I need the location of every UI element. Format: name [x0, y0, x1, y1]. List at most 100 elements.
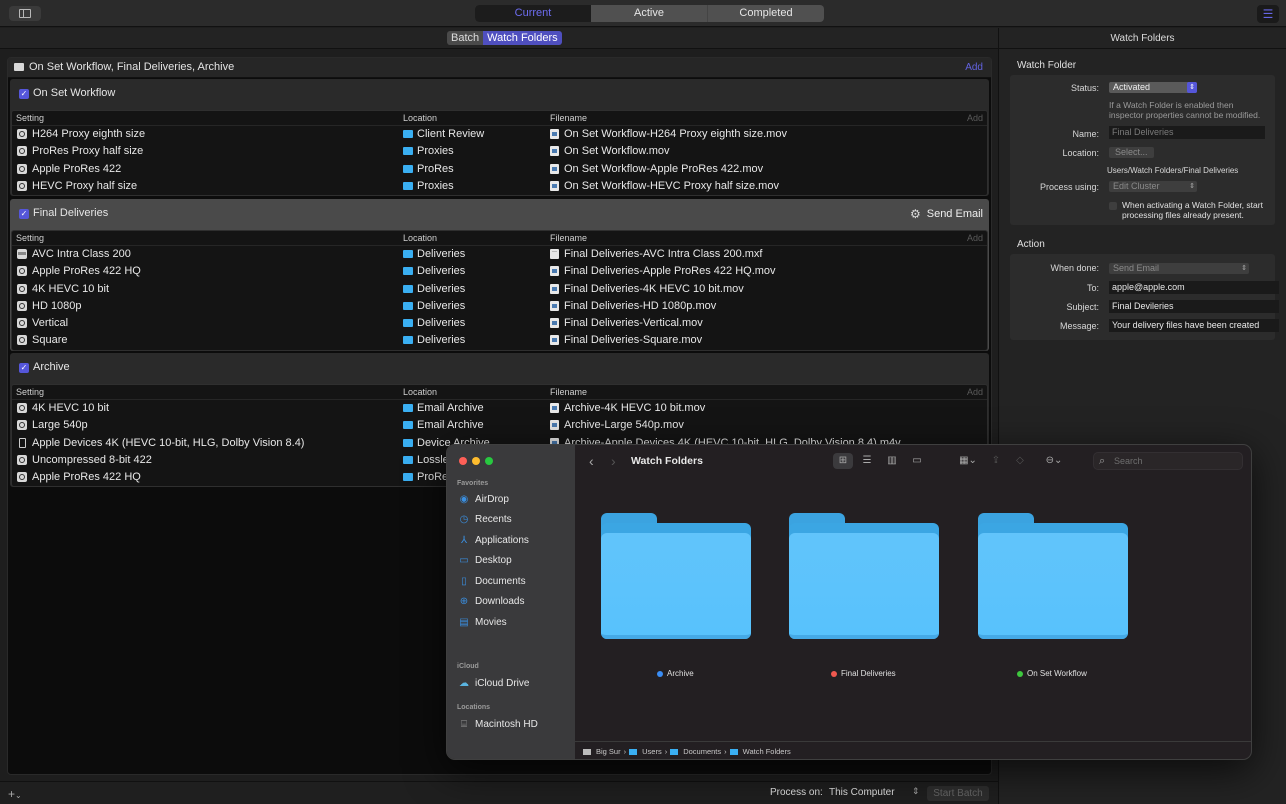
folder-icon	[403, 147, 413, 156]
subject-field[interactable]: Final Devileries	[1109, 300, 1279, 313]
column-setting[interactable]: Setting	[16, 113, 44, 123]
job-action-button[interactable]: ⚙ Send Email	[910, 207, 983, 221]
folder-archive[interactable]	[601, 513, 751, 639]
column-filename[interactable]: Filename	[550, 387, 587, 397]
tab-completed[interactable]: Completed	[708, 5, 824, 22]
sidebar-item-desktop[interactable]: ▭ Desktop	[459, 552, 511, 568]
path-item[interactable]: Watch Folders	[743, 747, 791, 756]
folder-on-set-workflow[interactable]	[978, 513, 1128, 639]
path-item[interactable]: Documents	[683, 747, 721, 756]
more-button[interactable]: ⊖⌄	[1041, 453, 1067, 469]
add-output-link[interactable]: Add	[967, 387, 983, 397]
location-cell[interactable]: Email Archive	[417, 402, 484, 414]
back-button[interactable]: ‹	[589, 453, 594, 469]
sidebar-item-macintosh-hd[interactable]: ⌸ Macintosh HD	[459, 716, 538, 732]
column-location[interactable]: Location	[403, 387, 437, 397]
job-checkbox[interactable]: ✓	[19, 209, 29, 219]
when-done-popup[interactable]: Send Email ⇕	[1109, 263, 1249, 274]
column-filename[interactable]: Filename	[550, 233, 587, 243]
zoom-button[interactable]	[485, 457, 493, 465]
job-on-set-workflow[interactable]: ✓ On Set Workflow Setting Location Filen…	[10, 79, 989, 197]
location-cell[interactable]: Deliveries	[417, 300, 465, 312]
location-cell[interactable]: Proxies	[417, 145, 454, 157]
job-checkbox[interactable]: ✓	[19, 363, 29, 373]
table-row[interactable]: Apple ProRes 422 HQ Deliveries Final Deliv…	[12, 263, 987, 280]
table-row[interactable]: HD 1080p Deliveries Final Deliveries-HD 10…	[12, 298, 987, 315]
location-cell[interactable]: Proxies	[417, 180, 454, 192]
location-cell[interactable]: Deliveries	[417, 283, 465, 295]
forward-button[interactable]: ›	[611, 453, 616, 469]
updown-chevron-icon[interactable]: ⇕	[912, 786, 920, 797]
table-row[interactable]: Square Deliveries Final Deliveries-Square.…	[12, 332, 987, 349]
status-popup[interactable]: Activated ⇕	[1109, 82, 1197, 93]
location-cell[interactable]: ProRes	[417, 163, 454, 175]
start-batch-button[interactable]: Start Batch	[927, 786, 989, 801]
location-cell[interactable]: Email Archive	[417, 419, 484, 431]
folder-final-deliveries[interactable]	[789, 513, 939, 639]
path-item[interactable]: Users	[642, 747, 662, 756]
group-button[interactable]: ▦⌄	[955, 453, 981, 469]
folder-icon	[403, 336, 413, 345]
table-row[interactable]: Vertical Deliveries Final Deliveries-Verti…	[12, 315, 987, 332]
column-setting[interactable]: Setting	[16, 233, 44, 243]
table-row[interactable]: 4K HEVC 10 bit Email Archive Archive-4K HE…	[12, 400, 987, 417]
minimize-button[interactable]	[472, 457, 480, 465]
location-cell[interactable]: Deliveries	[417, 265, 465, 277]
column-location[interactable]: Location	[403, 233, 437, 243]
list-view-button[interactable]: ☰	[857, 453, 877, 469]
location-select-button[interactable]: Select...	[1109, 147, 1154, 158]
sidebar-item-documents[interactable]: ▯ Documents	[459, 573, 525, 589]
table-row[interactable]: Large 540p Email Archive Archive-Large 540…	[12, 417, 987, 434]
share-button[interactable]: ⇪	[989, 453, 1003, 469]
path-item[interactable]: Big Sur	[596, 747, 621, 756]
table-row[interactable]: Apple ProRes 422 ProRes On Set Workflow-Ap…	[12, 161, 987, 178]
add-output-link[interactable]: Add	[967, 233, 983, 243]
folder-label-final-deliveries[interactable]: Final Deliveries	[831, 669, 896, 678]
inspector-toggle-button[interactable]: ☰	[1257, 5, 1279, 23]
folder-label-archive[interactable]: Archive	[657, 669, 694, 678]
process-on-select[interactable]: This Computer	[829, 787, 895, 798]
close-button[interactable]	[459, 457, 467, 465]
search-field[interactable]: Search	[1093, 452, 1243, 470]
message-field[interactable]: Your delivery files have been created	[1109, 319, 1279, 332]
location-cell[interactable]: Deliveries	[417, 317, 465, 329]
table-row[interactable]: H264 Proxy eighth size Client Review On Se…	[12, 126, 987, 143]
gallery-view-button[interactable]: ▭	[906, 453, 928, 469]
process-using-popup[interactable]: Edit Cluster ⇕	[1109, 181, 1197, 192]
sidebar-item-recents[interactable]: ◷ Recents	[459, 511, 512, 527]
location-cell[interactable]: Deliveries	[417, 248, 465, 260]
sidebar-item-downloads[interactable]: ⊕ Downloads	[459, 593, 525, 609]
start-processing-checkbox[interactable]	[1109, 202, 1117, 210]
column-setting[interactable]: Setting	[16, 387, 44, 397]
column-filename[interactable]: Filename	[550, 113, 587, 123]
job-final-deliveries[interactable]: ✓ Final Deliveries ⚙ Send Email Setting L…	[10, 199, 989, 351]
table-row[interactable]: AVC Intra Class 200 Deliveries Final Deliv…	[12, 246, 987, 263]
name-field[interactable]: Final Deliveries	[1109, 126, 1265, 139]
job-checkbox[interactable]: ✓	[19, 89, 29, 99]
sidebar-toggle-button[interactable]	[9, 6, 41, 21]
add-menu-button[interactable]: +⌄	[8, 787, 22, 801]
table-row[interactable]: ProRes Proxy half size Proxies On Set Work…	[12, 143, 987, 160]
sidebar-item-icloud-drive[interactable]: ☁ iCloud Drive	[459, 675, 529, 691]
table-row[interactable]: HEVC Proxy half size Proxies On Set Workfl…	[12, 178, 987, 195]
column-location[interactable]: Location	[403, 113, 437, 123]
column-view-button[interactable]: ▥	[881, 453, 903, 469]
finder-window[interactable]: Favorites ◉ AirDrop ◷ Recents ⅄ Application…	[446, 444, 1252, 760]
sidebar-item-movies[interactable]: ▤ Movies	[459, 614, 506, 630]
tab-watch-folders[interactable]: Watch Folders	[483, 31, 562, 45]
sidebar-item-applications[interactable]: ⅄ Applications	[459, 532, 529, 548]
location-cell[interactable]: Client Review	[417, 128, 484, 140]
icon-view-button[interactable]: ⊞	[833, 453, 853, 469]
location-cell[interactable]: Deliveries	[417, 334, 465, 346]
sidebar-icon	[19, 9, 31, 18]
tab-current[interactable]: Current	[475, 5, 591, 22]
to-field[interactable]: apple@apple.com	[1109, 281, 1279, 294]
add-job-link[interactable]: Add	[965, 62, 983, 73]
add-output-link[interactable]: Add	[967, 113, 983, 123]
folder-label-on-set-workflow[interactable]: On Set Workflow	[1017, 669, 1087, 678]
sidebar-item-airdrop[interactable]: ◉ AirDrop	[459, 491, 509, 507]
tag-button[interactable]: ◇	[1013, 453, 1027, 469]
tab-batch[interactable]: Batch	[447, 31, 484, 45]
tab-active[interactable]: Active	[591, 5, 708, 22]
table-row[interactable]: 4K HEVC 10 bit Deliveries Final Deliveries…	[12, 281, 987, 298]
